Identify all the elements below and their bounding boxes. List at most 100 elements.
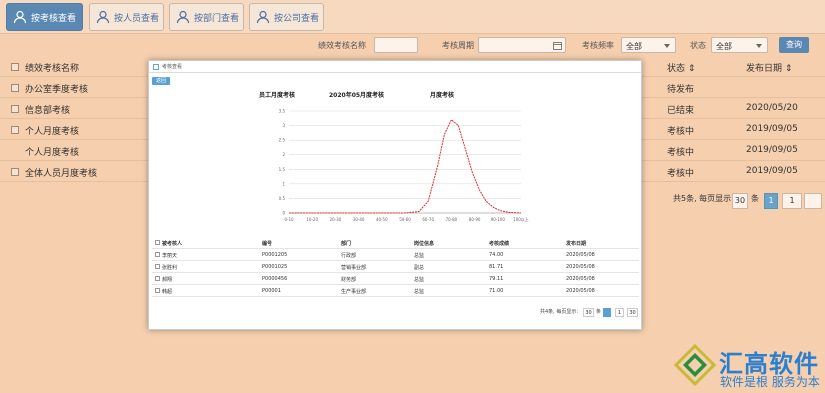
modal-table-row[interactable]: 郝翔 P0000456 财务部 总监 79.11 2020/05/08 [152, 273, 639, 285]
period-filter-input[interactable] [478, 37, 566, 53]
status-select-value: 全部 [716, 42, 732, 51]
cell: 生产事业部 [341, 289, 367, 295]
top-tab-bar: 按考核查看 按人员查看 按部门查看 按公司查看 [0, 0, 825, 34]
chart-title-1: 员工月度考核 [259, 92, 296, 99]
tab-by-person[interactable]: 按人员查看 [89, 3, 164, 31]
row-status: 考核中 [667, 169, 695, 179]
series-line [289, 118, 522, 214]
modal-table-row[interactable]: 李丽天 P0001205 行政部 总监 74.00 2020/05/08 [152, 249, 639, 261]
goto-page-button[interactable] [804, 193, 822, 209]
modal-table-row[interactable]: 韩超 P00001 生产事业部 总监 71.00 2020/05/08 [152, 285, 639, 297]
row-checkbox[interactable] [155, 276, 160, 281]
y-tick-label: 3.5 [279, 109, 286, 114]
modal-page-current[interactable]: 1 [615, 308, 624, 317]
modal-pager-summary: 共4条, 每页显示: [540, 309, 579, 315]
modal-per-page-select[interactable]: 30 [583, 308, 594, 317]
modal-col-header[interactable]: 部门 [341, 240, 351, 247]
y-tick-label: 1 [282, 181, 285, 186]
cell: P0001205 [262, 252, 288, 258]
period-filter-label: 考核周期 [442, 41, 474, 50]
cell: 韩超 [162, 289, 173, 295]
cell: 副总 [414, 265, 425, 271]
col-header-date[interactable]: 发布日期 ⇕ [746, 61, 792, 74]
modal-table-header-row: 被考核人 编号 部门 岗位信息 考核成绩 发布日期 [152, 237, 639, 249]
goto-page-input[interactable]: 1 [782, 193, 802, 209]
logo-mark-icon [674, 344, 716, 386]
col-header-status[interactable]: 状态 ⇕ [667, 61, 695, 74]
back-button[interactable]: 返回 [152, 77, 170, 85]
cell: 81.71 [489, 264, 504, 270]
tab-by-department[interactable]: 按部门查看 [169, 3, 244, 31]
x-tick-label: 100以上 [513, 216, 529, 222]
x-tick-label: 10-20 [306, 217, 318, 222]
tab-label: 按人员查看 [114, 13, 160, 24]
y-tick-label: 0 [282, 211, 285, 216]
modal-header: 考核查看 [149, 61, 641, 73]
tab-by-company[interactable]: 按公司查看 [249, 3, 324, 31]
row-date: 2020/05/20 [746, 103, 798, 113]
status-filter-label: 状态 [690, 41, 706, 50]
row-name: 个人月度考核 [25, 127, 80, 137]
score-distribution-chart: 0 0.5 1 1.5 2 2.5 3 3.5 0-10 10-20 20-30 30-40 40-50… [279, 109, 529, 223]
modal-col-header[interactable]: 发布日期 [566, 240, 586, 247]
cell: 2020/05/08 [566, 276, 595, 282]
row-checkbox[interactable] [155, 264, 160, 269]
pager-summary: 共5条, 每页显示: [673, 194, 734, 203]
cell: P00001 [262, 288, 281, 294]
select-all-checkbox[interactable] [155, 240, 160, 245]
cell: 79.11 [489, 276, 504, 282]
cell: 2020/05/08 [566, 252, 595, 258]
row-name: 信息部考核 [25, 106, 71, 116]
row-checkbox[interactable] [11, 168, 19, 176]
modal-col-header[interactable]: 岗位信息 [414, 240, 434, 247]
tab-label: 按公司查看 [274, 13, 320, 24]
x-tick-label: 40-50 [376, 217, 388, 222]
cell: P0001025 [262, 264, 288, 270]
logo-slogan: 软件是根 服务为本 [720, 375, 820, 389]
row-checkbox[interactable] [155, 252, 160, 257]
modal-goto-page[interactable]: 30 [627, 308, 638, 317]
per-page-select[interactable]: 30 [732, 193, 748, 209]
query-button[interactable]: 查询 [779, 37, 809, 53]
user-icon [256, 10, 270, 24]
modal-pager-unit: 条 [596, 309, 602, 315]
modal-col-header[interactable]: 考核成绩 [489, 240, 509, 247]
y-tick-label: 2.5 [279, 138, 286, 143]
col-header-name[interactable]: 绩效考核名称 [25, 61, 79, 74]
chart-title-2: 2020年05月度考核 [329, 92, 385, 99]
row-checkbox[interactable] [11, 105, 19, 113]
x-tick-label: 90-100 [491, 217, 506, 222]
cell: 行政部 [341, 253, 357, 259]
cell: 2020/05/08 [566, 264, 595, 270]
x-tick-label: 0-10 [284, 217, 294, 222]
cell: 张胜利 [162, 265, 178, 271]
y-tick-label: 1.5 [279, 167, 286, 172]
modal-checkbox[interactable] [153, 64, 159, 70]
modal-head-label: 考核查看 [162, 64, 183, 70]
filter-bar: 绩效考核名称 考核周期 考核频率 全部 状态 全部 查询 [0, 34, 825, 56]
row-date: 2019/09/05 [746, 124, 798, 134]
modal-col-header[interactable]: 编号 [262, 240, 272, 247]
cell: 总监 [414, 253, 425, 259]
x-tick-label: 60-70 [422, 217, 434, 222]
tab-by-assessment[interactable]: 按考核查看 [6, 3, 83, 31]
row-status: 考核中 [667, 148, 695, 158]
row-checkbox[interactable] [155, 288, 160, 293]
row-name: 全体人员月度考核 [25, 169, 98, 179]
user-icon [176, 10, 190, 24]
modal-col-header[interactable]: 被考核人 [162, 240, 182, 247]
frequency-select-value: 全部 [626, 42, 642, 51]
frequency-select[interactable]: 全部 [621, 37, 676, 53]
cell: 财务部 [341, 277, 357, 283]
name-filter-label: 绩效考核名称 [318, 41, 366, 50]
row-name: 个人月度考核 [25, 148, 80, 158]
tab-label: 按考核查看 [31, 13, 77, 24]
row-checkbox[interactable] [11, 84, 19, 92]
name-filter-input[interactable] [374, 37, 418, 53]
status-select[interactable]: 全部 [711, 37, 768, 53]
modal-prev-page-button[interactable] [603, 308, 611, 317]
modal-table-row[interactable]: 张胜利 P0001025 营销事业部 副总 81.71 2020/05/08 [152, 261, 639, 273]
row-checkbox[interactable] [11, 126, 19, 134]
select-all-checkbox[interactable] [11, 63, 19, 71]
page-button-current[interactable]: 1 [764, 193, 778, 209]
